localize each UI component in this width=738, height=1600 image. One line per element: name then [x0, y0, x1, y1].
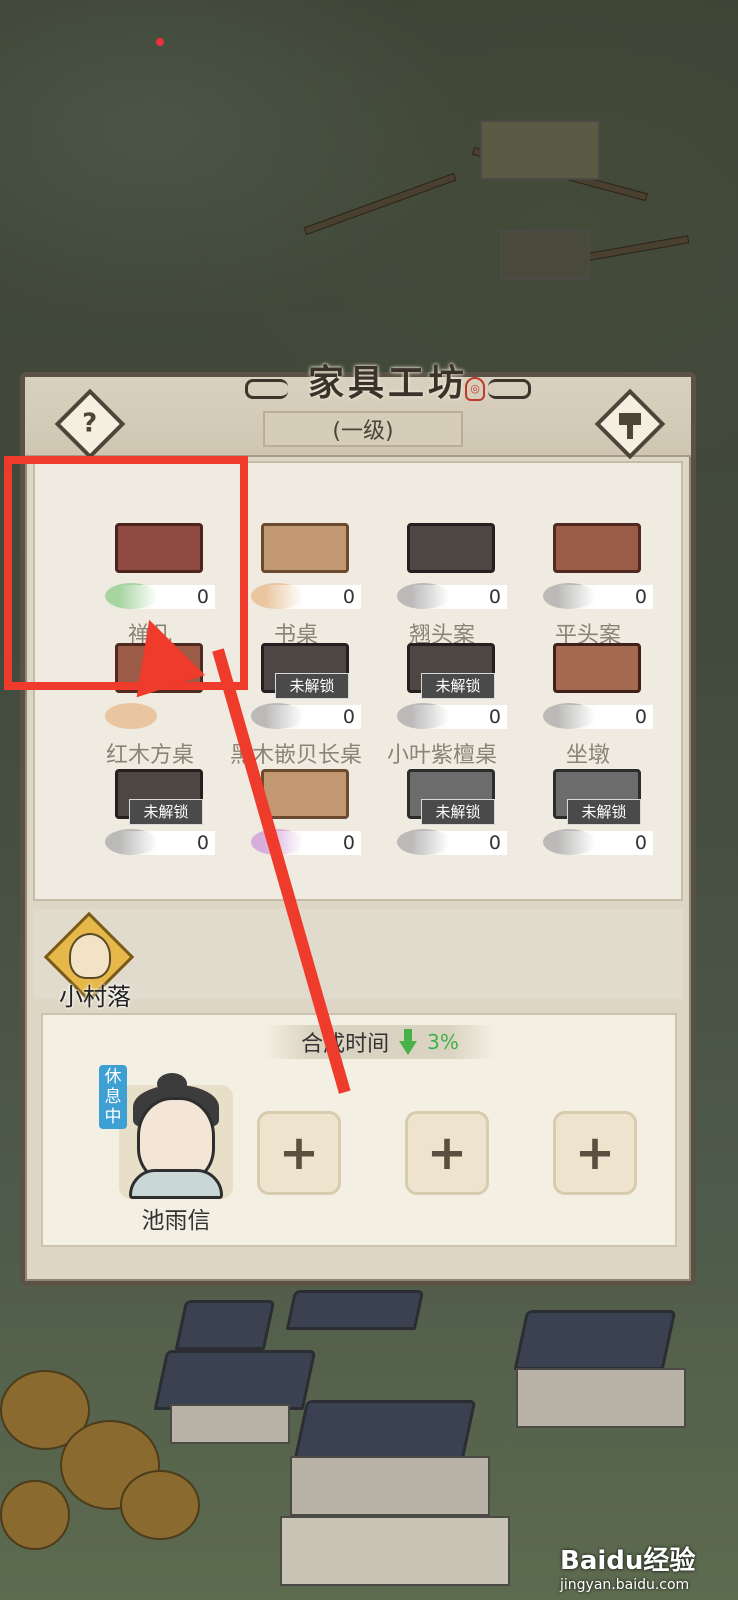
house-roof	[153, 1350, 317, 1410]
building	[500, 230, 590, 280]
worker-name: 池雨信	[141, 1208, 211, 1234]
add-worker-slot[interactable]: +	[405, 1111, 489, 1195]
village-label: 小村落	[59, 983, 131, 1011]
item-count: 0	[557, 831, 653, 855]
house-roof	[293, 1400, 477, 1460]
watermark-brand: Baidu经验	[560, 1546, 696, 1576]
panel-title: 家具工坊	[307, 362, 468, 404]
locked-badge: 未解锁	[421, 673, 495, 699]
synthesis-time-label: 合成时间	[301, 1032, 390, 1057]
item-count: 0	[411, 831, 507, 855]
stool-image	[553, 643, 641, 693]
synthesis-time-bar: 合成时间 3%	[265, 1025, 495, 1059]
item-count: 0	[119, 831, 215, 855]
house-roof	[174, 1300, 276, 1350]
furniture-item[interactable]: 0 平头案	[513, 513, 663, 653]
level-label: (一级)	[263, 411, 463, 447]
tree	[0, 1480, 70, 1550]
house-roof	[513, 1310, 677, 1370]
seal-icon: ◎	[465, 377, 485, 401]
hammer-icon	[615, 409, 645, 439]
item-count: 0	[411, 585, 507, 609]
item-count: 0	[557, 585, 653, 609]
desk-image	[261, 523, 349, 573]
add-worker-slot[interactable]: +	[553, 1111, 637, 1195]
furniture-item[interactable]: 0 坐墩	[513, 633, 663, 773]
house-wall	[290, 1456, 490, 1516]
furniture-item[interactable]: 未解锁 0	[367, 759, 517, 899]
furniture-item[interactable]: 0	[221, 759, 371, 899]
locked-badge: 未解锁	[421, 799, 495, 825]
scroll-table-image	[407, 523, 495, 573]
baidu-watermark: Baidu经验 jingyan.baidu.com	[560, 1540, 730, 1594]
title-plate: 家具工坊	[245, 349, 531, 411]
synthesis-bonus: 3%	[427, 1030, 459, 1054]
house-wall	[516, 1368, 686, 1428]
arrow-down-icon	[399, 1029, 418, 1055]
villager-avatar	[69, 933, 111, 979]
rarity-glow	[105, 703, 157, 729]
locked-badge: 未解锁	[275, 673, 349, 699]
locked-badge: 未解锁	[567, 799, 641, 825]
building	[480, 120, 600, 180]
tea-table-image	[261, 769, 349, 819]
tree	[120, 1470, 200, 1540]
flat-table-image	[553, 523, 641, 573]
item-count: 0	[411, 705, 507, 729]
locked-badge: 未解锁	[129, 799, 203, 825]
courtyard-wall	[280, 1516, 510, 1586]
question-icon: ?	[82, 409, 98, 439]
item-count: 0	[265, 705, 361, 729]
resting-status-tag: 休息中	[99, 1065, 127, 1129]
house-wall	[170, 1404, 290, 1444]
add-worker-slot[interactable]: +	[257, 1111, 341, 1195]
notification-dot	[156, 38, 164, 46]
watermark-url: jingyan.baidu.com	[560, 1577, 690, 1593]
item-count: 0	[557, 705, 653, 729]
furniture-item[interactable]: 未解锁 0	[513, 759, 663, 899]
house-roof	[285, 1290, 425, 1330]
item-count: 0	[265, 585, 361, 609]
worker-robe	[129, 1169, 223, 1199]
furniture-item[interactable]: 未解锁 0	[75, 759, 225, 899]
